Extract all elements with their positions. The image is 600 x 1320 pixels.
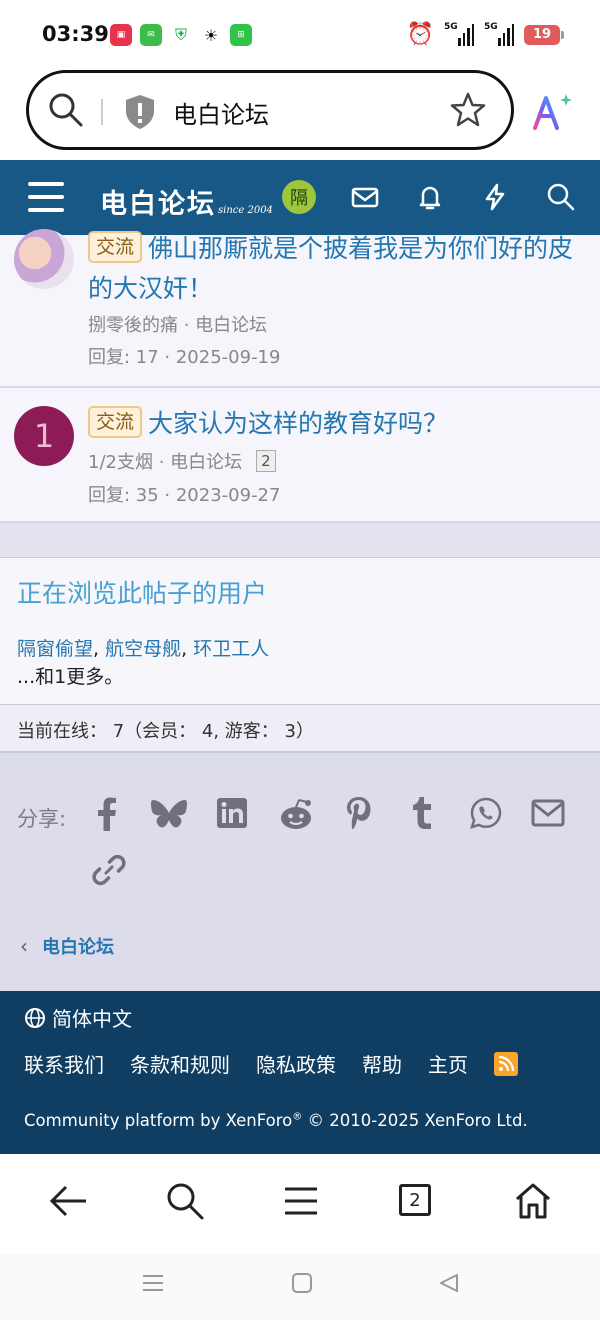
thread-replies: 回复: 35 · 2023-09-27 (88, 485, 281, 506)
copyright[interactable]: Community platform by XenForo® © 2010-20… (24, 1111, 528, 1130)
search-icon[interactable] (47, 91, 85, 129)
home-square-icon[interactable] (291, 1272, 313, 1294)
status-right: ⏰ 5G 5G 19 (406, 21, 564, 47)
share-label: 分享: (17, 807, 67, 831)
status-time: 03:39 (42, 22, 109, 46)
thread-title[interactable]: 交流 大家认为这样的教育好吗？ (88, 404, 588, 444)
section-divider (0, 523, 600, 558)
signal-icon-2: 5G (484, 21, 514, 46)
viewers-list: 隔窗偷望, 航空母舰, 环卫工人 (17, 638, 270, 660)
site-logo[interactable]: 电白论坛 since 2004 (100, 182, 273, 221)
viewers-title: 正在浏览此帖子的用户 (17, 579, 268, 608)
thread-title-text[interactable]: 佛山那厮就是个披着我是为你们好的皮的大汉奸！ (88, 234, 573, 303)
facebook-icon[interactable] (94, 797, 120, 831)
bell-icon[interactable] (415, 182, 445, 212)
rss-icon[interactable] (494, 1051, 518, 1076)
thread-tag[interactable]: 交流 (88, 231, 143, 263)
user-avatar-button[interactable]: 隔 (282, 180, 316, 214)
message-app-icon: ✉ (140, 24, 162, 46)
signal-icon: 5G (444, 21, 474, 46)
logo-since: since 2004 (218, 205, 273, 216)
grid-app-icon: ⊞ (230, 24, 252, 46)
breadcrumb-link[interactable]: 电白论坛 (42, 933, 114, 959)
globe-icon (25, 1007, 45, 1028)
thread-meta[interactable]: 1/2支烟 · 电白论坛 2 (88, 448, 276, 474)
footer-link-privacy[interactable]: 隐私政策 (256, 1049, 336, 1078)
security-shield-icon: ⛨ (170, 24, 192, 46)
avatar[interactable] (14, 229, 74, 289)
language-label[interactable]: 简体中文 (52, 1003, 132, 1032)
url-text[interactable]: 电白论坛 (173, 95, 269, 130)
online-stats: 当前在线： 7（会员： 4, 游客： 3） (0, 705, 600, 753)
email-share-icon[interactable] (531, 799, 565, 827)
back-triangle-icon[interactable] (438, 1272, 460, 1294)
viewers-more[interactable]: ...和1更多。 (17, 662, 583, 692)
star-bookmark-icon[interactable] (449, 91, 487, 129)
menu-icon[interactable] (280, 1180, 322, 1222)
footer-link-help[interactable]: 帮助 (362, 1049, 402, 1078)
recent-apps-icon[interactable] (142, 1272, 164, 1294)
whatsapp-icon[interactable] (470, 797, 502, 829)
brightness-icon: ☀ (200, 24, 222, 46)
chevron-left-icon: ‹ (20, 934, 28, 958)
copyright-text[interactable]: Community platform by XenForo (24, 1111, 292, 1130)
back-arrow-icon[interactable] (48, 1180, 90, 1222)
avatar[interactable]: 1 (14, 406, 74, 466)
footer-link-home[interactable]: 主页 (428, 1049, 468, 1078)
search-icon[interactable] (164, 1180, 206, 1222)
signal-label: 5G (444, 21, 458, 32)
main-content: 交流 佛山那厮就是个披着我是为你们好的皮的大汉奸！ 捌零後的痛 · 电白论坛 回复… (0, 229, 600, 996)
notification-app-icon: ▣ (110, 24, 132, 46)
footer: 简体中文 联系我们 条款和规则 隐私政策 帮助 主页 Community pla… (0, 991, 600, 1154)
viewers-block: 正在浏览此帖子的用户 隔窗偷望, 航空母舰, 环卫工人 ...和1更多。 (0, 558, 600, 705)
logo-text: 电白论坛 (100, 189, 216, 220)
viewer-link[interactable]: 航空母舰 (105, 638, 181, 660)
copyright-suffix: © 2010-2025 XenForo Ltd. (302, 1111, 528, 1130)
footer-links: 联系我们 条款和规则 隐私政策 帮助 主页 (24, 1049, 518, 1078)
thread-title[interactable]: 交流 佛山那厮就是个披着我是为你们好的皮的大汉奸！ (88, 229, 588, 309)
tabs-count-button[interactable]: 2 (399, 1184, 431, 1216)
breadcrumb[interactable]: ‹ 电白论坛 (20, 933, 114, 959)
alarm-icon: ⏰ (406, 22, 434, 47)
search-icon[interactable] (546, 182, 576, 212)
status-app-icons: ▣ ✉ ⛨ ☀ ⊞ (110, 24, 252, 46)
viewer-link[interactable]: 隔窗偷望 (17, 638, 93, 660)
share-block: 分享: ‹ 电白论坛 (0, 753, 600, 996)
avatar[interactable]: 隔 (282, 180, 316, 214)
viewer-link[interactable]: 环卫工人 (193, 638, 269, 660)
reddit-icon[interactable] (278, 797, 314, 831)
signal-label-2: 5G (484, 21, 498, 32)
registered-mark: ® (292, 1111, 303, 1123)
lightning-icon[interactable] (480, 182, 510, 212)
ai-assistant-icon[interactable] (532, 92, 574, 132)
address-bar[interactable]: 电白论坛 (26, 70, 514, 150)
linkedin-icon[interactable] (216, 797, 248, 829)
thread-replies: 回复: 17 · 2025-09-19 (88, 347, 281, 368)
tumblr-icon[interactable] (410, 795, 434, 831)
thread-meta[interactable]: 捌零後的痛 · 电白论坛 (88, 311, 267, 337)
browser-bottom-nav: 2 (0, 1154, 600, 1254)
thread-meta-text[interactable]: 1/2支烟 · 电白论坛 (88, 452, 242, 473)
battery-icon: 19 (524, 24, 564, 45)
bluesky-icon[interactable] (150, 799, 188, 831)
thread-title-text[interactable]: 大家认为这样的教育好吗？ (148, 409, 448, 438)
shield-icon[interactable] (123, 93, 157, 131)
page-link[interactable]: 2 (256, 450, 276, 472)
footer-link-terms[interactable]: 条款和规则 (130, 1049, 230, 1078)
thread-tag[interactable]: 交流 (88, 406, 143, 438)
home-icon[interactable] (512, 1180, 554, 1222)
thread-item[interactable]: 交流 佛山那厮就是个披着我是为你们好的皮的大汉奸！ 捌零後的痛 · 电白论坛 回复… (0, 229, 600, 388)
mail-icon[interactable] (350, 182, 380, 212)
system-nav-bar (0, 1254, 600, 1320)
menu-icon[interactable] (28, 182, 64, 212)
status-bar: 03:39 ▣ ✉ ⛨ ☀ ⊞ ⏰ 5G 5G 19 (0, 0, 600, 72)
language-chooser[interactable]: 简体中文 (24, 1003, 132, 1032)
link-icon[interactable] (92, 853, 126, 887)
footer-link-contact[interactable]: 联系我们 (24, 1049, 104, 1078)
thread-item[interactable]: 1 交流 大家认为这样的教育好吗？ 1/2支烟 · 电白论坛 2 回复: 35 · … (0, 388, 600, 523)
pinterest-icon[interactable] (344, 795, 374, 831)
address-divider (101, 99, 103, 125)
